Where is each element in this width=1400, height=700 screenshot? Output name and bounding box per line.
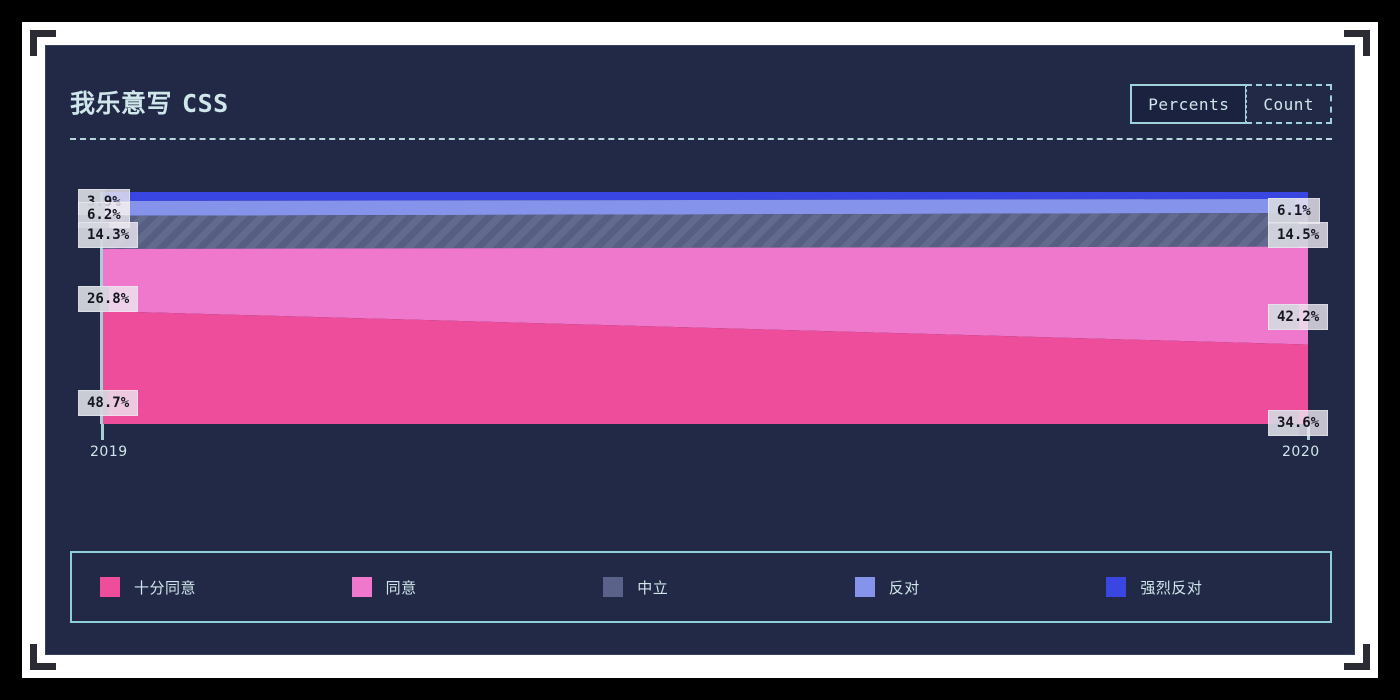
page-title: 我乐意写 CSS <box>70 84 229 120</box>
legend-swatch-strongly-disagree <box>1106 577 1127 597</box>
data-label-right-agree: 42.2% <box>1268 304 1329 330</box>
legend-label-disagree: 反对 <box>888 578 920 597</box>
legend-label-agree: 同意 <box>385 578 417 597</box>
units-toggle-group[interactable]: Percents Count <box>1130 84 1332 124</box>
data-label-left-strongly-agree: 48.7% <box>78 390 139 416</box>
toggle-count-button[interactable]: Count <box>1246 84 1332 124</box>
series-area-neutral <box>103 213 1308 249</box>
legend-item-agree[interactable]: 同意 <box>324 577 576 598</box>
data-label-left-agree: 26.8% <box>78 286 139 312</box>
data-label-left-neutral: 14.3% <box>78 222 139 248</box>
legend-swatch-disagree <box>854 577 875 597</box>
legend-label-neutral: 中立 <box>637 578 669 597</box>
chart-canvas <box>100 192 1308 424</box>
legend-label-strongly-agree: 十分同意 <box>134 578 197 597</box>
chart-panel: 我乐意写 CSS Percents Count 2019 2020 6.2% 1… <box>45 45 1355 655</box>
x-axis-label-2020: 2020 <box>1282 444 1320 460</box>
x-axis-tick-2019 <box>101 424 104 440</box>
corner-bracket-bottom-right <box>1344 644 1370 670</box>
legend-item-strongly-agree[interactable]: 十分同意 <box>72 577 324 598</box>
chart-legend: 十分同意 同意 中立 反对 强烈反对 <box>70 551 1332 623</box>
corner-bracket-top-right <box>1344 30 1370 56</box>
stacked-area-chart: 2019 2020 3.9% 6.2% 14.3% 26.8% 48.7% 6.… <box>70 146 1332 526</box>
legend-item-neutral[interactable]: 中立 <box>575 577 827 598</box>
legend-item-disagree[interactable]: 反对 <box>827 577 1079 598</box>
corner-bracket-bottom-left <box>30 644 56 670</box>
data-label-right-strongly-agree: 34.6% <box>1268 410 1329 436</box>
legend-label-strongly-disagree: 强烈反对 <box>1140 578 1203 597</box>
series-area-disagree <box>103 198 1308 216</box>
legend-swatch-strongly-agree <box>100 577 120 597</box>
chart-series-group <box>103 192 1308 424</box>
legend-swatch-agree <box>351 577 372 597</box>
toggle-percents-button[interactable]: Percents <box>1130 84 1247 124</box>
data-label-right-neutral: 14.5% <box>1268 222 1329 248</box>
legend-item-strongly-disagree[interactable]: 强烈反对 <box>1078 577 1330 598</box>
page-title-latin: CSS <box>182 89 229 118</box>
screen-root: 我乐意写 CSS Percents Count 2019 2020 6.2% 1… <box>0 0 1400 700</box>
legend-swatch-neutral <box>603 577 624 597</box>
panel-header: 我乐意写 CSS Percents Count <box>70 64 1332 140</box>
x-axis-label-2019: 2019 <box>90 444 128 460</box>
data-label-right-disagree: 6.1% <box>1268 198 1320 224</box>
corner-bracket-top-left <box>30 30 56 56</box>
page-title-cjk: 我乐意写 <box>70 89 173 118</box>
